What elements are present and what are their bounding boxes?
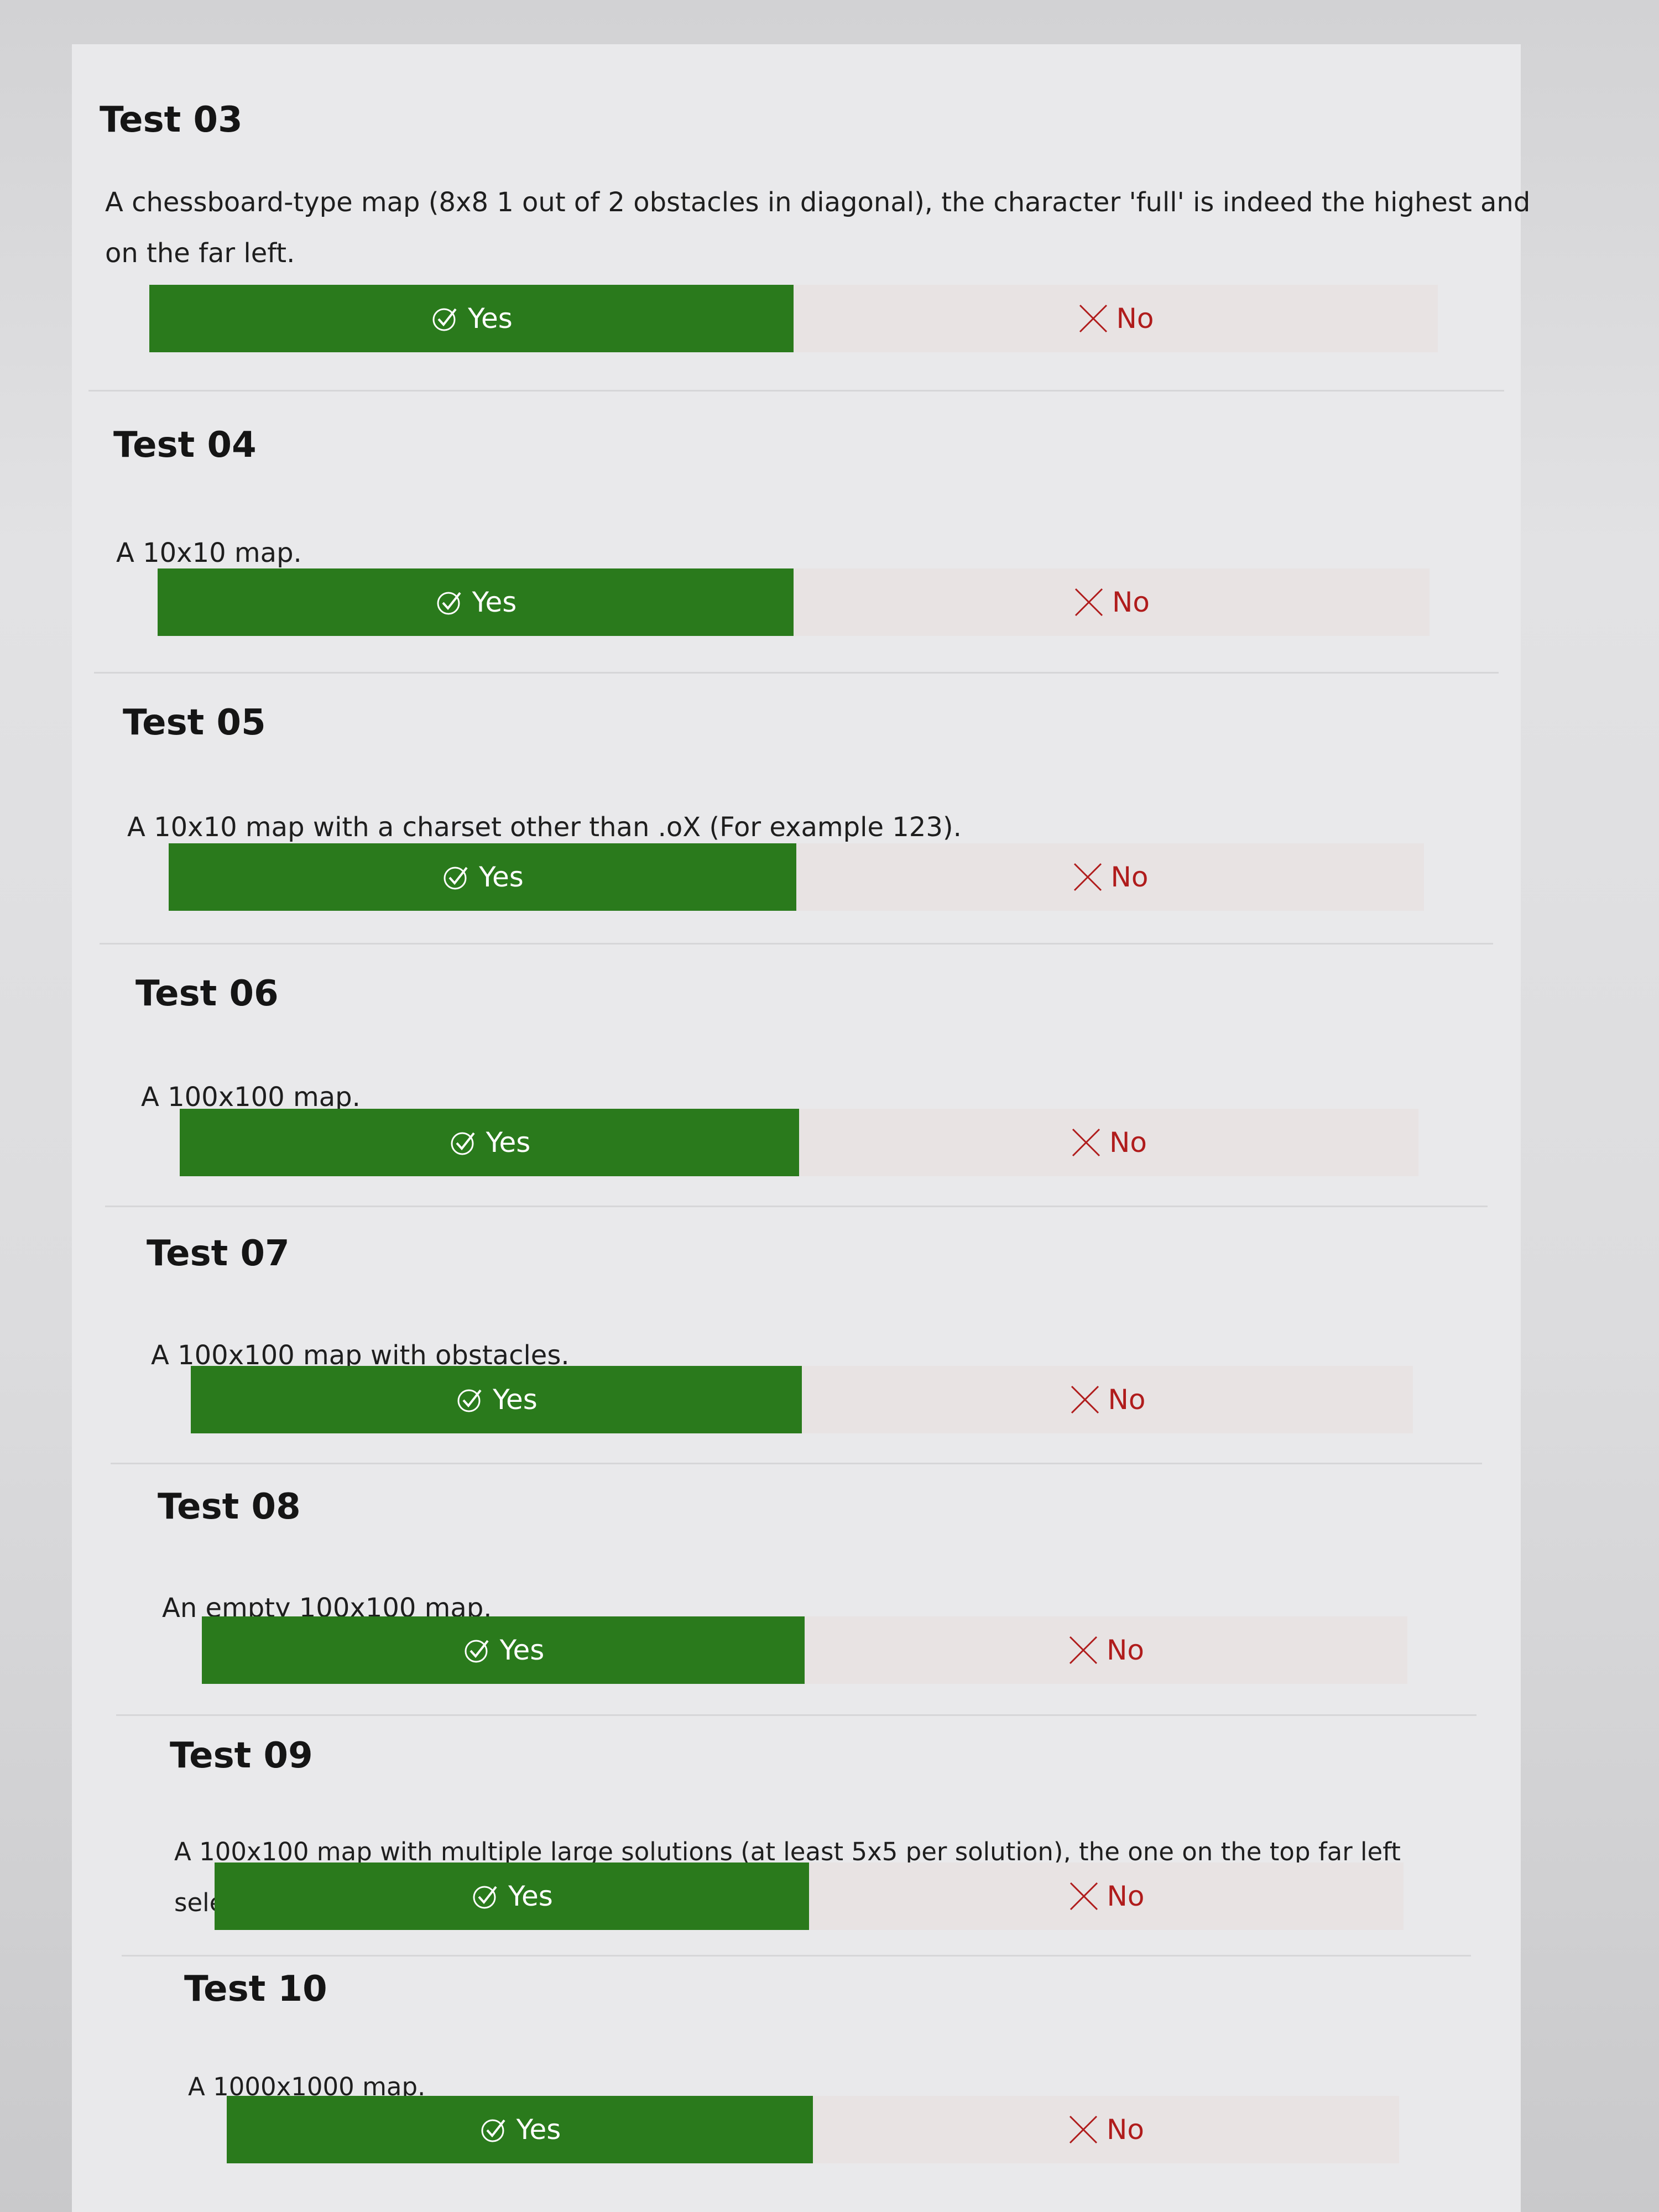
check-circle-icon xyxy=(448,1128,478,1157)
test-title: Test 07 xyxy=(147,1233,290,1274)
yes-label: Yes xyxy=(493,1384,538,1416)
vote-row: Yes No xyxy=(169,843,1424,911)
no-button[interactable]: No xyxy=(799,1109,1418,1176)
no-button[interactable]: No xyxy=(802,1366,1413,1433)
x-icon xyxy=(1068,2114,1099,2145)
no-label: No xyxy=(1107,1634,1144,1666)
no-button[interactable]: No xyxy=(805,1616,1407,1684)
check-circle-icon xyxy=(479,2115,509,2145)
check-circle-icon xyxy=(441,862,471,892)
vote-row: Yes No xyxy=(158,568,1430,636)
divider xyxy=(100,943,1493,945)
no-button[interactable]: No xyxy=(809,1863,1404,1930)
test-title: Test 08 xyxy=(158,1486,301,1527)
test-title: Test 09 xyxy=(170,1735,313,1776)
test-title: Test 05 xyxy=(123,702,266,743)
x-icon xyxy=(1073,587,1104,618)
test-title: Test 03 xyxy=(100,100,243,140)
yes-label: Yes xyxy=(499,1634,545,1666)
yes-button[interactable]: Yes xyxy=(180,1109,799,1176)
yes-button[interactable]: Yes xyxy=(169,843,796,911)
yes-label: Yes xyxy=(479,861,524,893)
divider xyxy=(122,1955,1471,1957)
no-label: No xyxy=(1108,1384,1146,1416)
check-circle-icon xyxy=(455,1385,485,1415)
no-button[interactable]: No xyxy=(796,843,1424,911)
check-circle-icon xyxy=(430,304,460,333)
yes-label: Yes xyxy=(486,1126,531,1159)
vote-row: Yes No xyxy=(191,1366,1413,1433)
x-icon xyxy=(1068,1635,1099,1666)
no-label: No xyxy=(1109,1126,1147,1159)
divider xyxy=(116,1714,1477,1716)
test-list: Test 03 A chessboard-type map (8x8 1 out… xyxy=(72,44,1530,2212)
check-circle-icon xyxy=(471,1881,500,1911)
yes-button[interactable]: Yes xyxy=(202,1616,805,1684)
yes-label: Yes xyxy=(472,586,517,618)
x-icon xyxy=(1070,1384,1100,1415)
divider xyxy=(111,1463,1482,1464)
yes-button[interactable]: Yes xyxy=(191,1366,802,1433)
divider xyxy=(105,1206,1488,1207)
check-circle-icon xyxy=(435,587,465,617)
x-icon xyxy=(1068,1881,1099,1912)
divider xyxy=(94,672,1499,674)
yes-label: Yes xyxy=(468,302,513,335)
vote-row: Yes No xyxy=(215,1863,1404,1930)
no-button[interactable]: No xyxy=(813,2096,1399,2163)
yes-button[interactable]: Yes xyxy=(227,2096,813,2163)
test-title: Test 10 xyxy=(184,1969,327,2010)
no-button[interactable]: No xyxy=(794,285,1438,352)
vote-row: Yes No xyxy=(149,285,1438,352)
x-icon xyxy=(1072,862,1103,893)
yes-button[interactable]: Yes xyxy=(158,568,794,636)
check-circle-icon xyxy=(462,1635,492,1665)
x-icon xyxy=(1078,303,1109,334)
no-label: No xyxy=(1107,2114,1144,2146)
test-title: Test 06 xyxy=(135,973,279,1014)
no-button[interactable]: No xyxy=(794,568,1430,636)
yes-button[interactable]: Yes xyxy=(149,285,794,352)
divider xyxy=(88,390,1504,392)
no-label: No xyxy=(1116,302,1154,335)
yes-button[interactable]: Yes xyxy=(215,1863,809,1930)
yes-label: Yes xyxy=(508,1880,553,1912)
vote-row: Yes No xyxy=(180,1109,1418,1176)
test-description: A chessboard-type map (8x8 1 out of 2 ob… xyxy=(105,187,1531,269)
no-label: No xyxy=(1110,861,1149,893)
test-title: Test 04 xyxy=(113,425,257,466)
vote-row: Yes No xyxy=(202,1616,1407,1684)
vote-row: Yes No xyxy=(227,2096,1399,2163)
yes-label: Yes xyxy=(516,2114,561,2146)
no-label: No xyxy=(1107,1880,1145,1912)
no-label: No xyxy=(1112,586,1150,618)
x-icon xyxy=(1071,1127,1102,1158)
